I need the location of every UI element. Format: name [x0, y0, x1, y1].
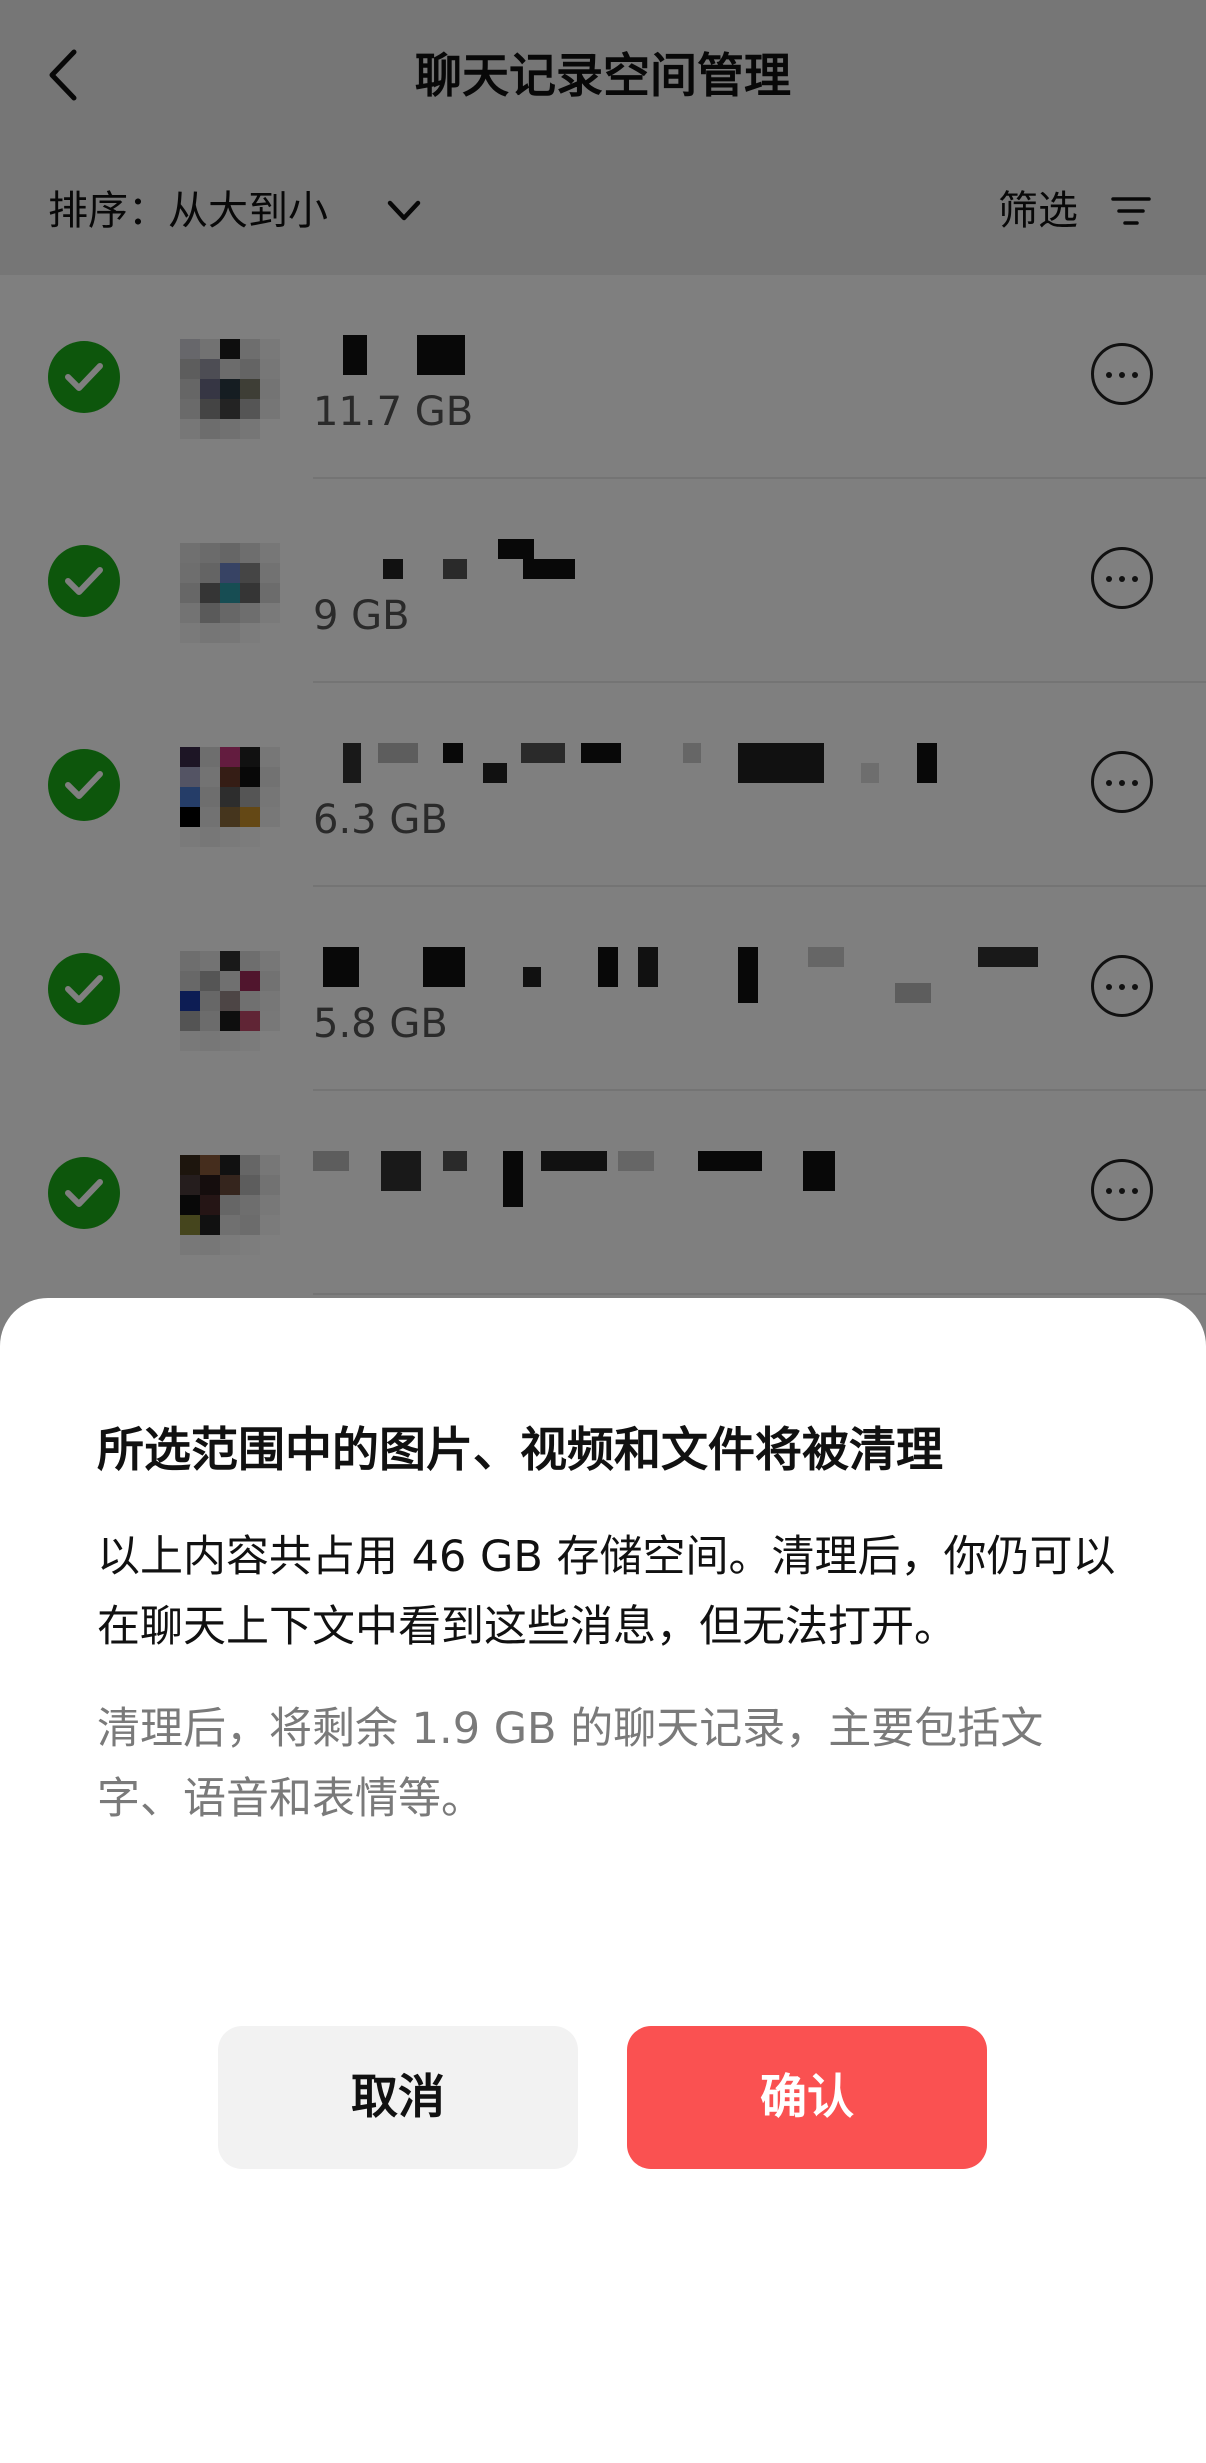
confirm-dialog: 所选范围中的图片、视频和文件将被清理 以上内容共占用 46 GB 存储空间。清理…	[0, 1298, 1206, 2463]
dialog-title: 所选范围中的图片、视频和文件将被清理	[97, 1423, 943, 1478]
dialog-body: 以上内容共占用 46 GB 存储空间。清理后，你仍可以在聊天上下文中看到这些消息…	[97, 1532, 1116, 1652]
confirm-button[interactable]: 确认	[627, 2026, 987, 2169]
cancel-button[interactable]: 取消	[218, 2026, 578, 2169]
dialog-note: 清理后，将剩余 1.9 GB 的聊天记录，主要包括文字、语音和表情等。	[97, 1704, 1044, 1824]
